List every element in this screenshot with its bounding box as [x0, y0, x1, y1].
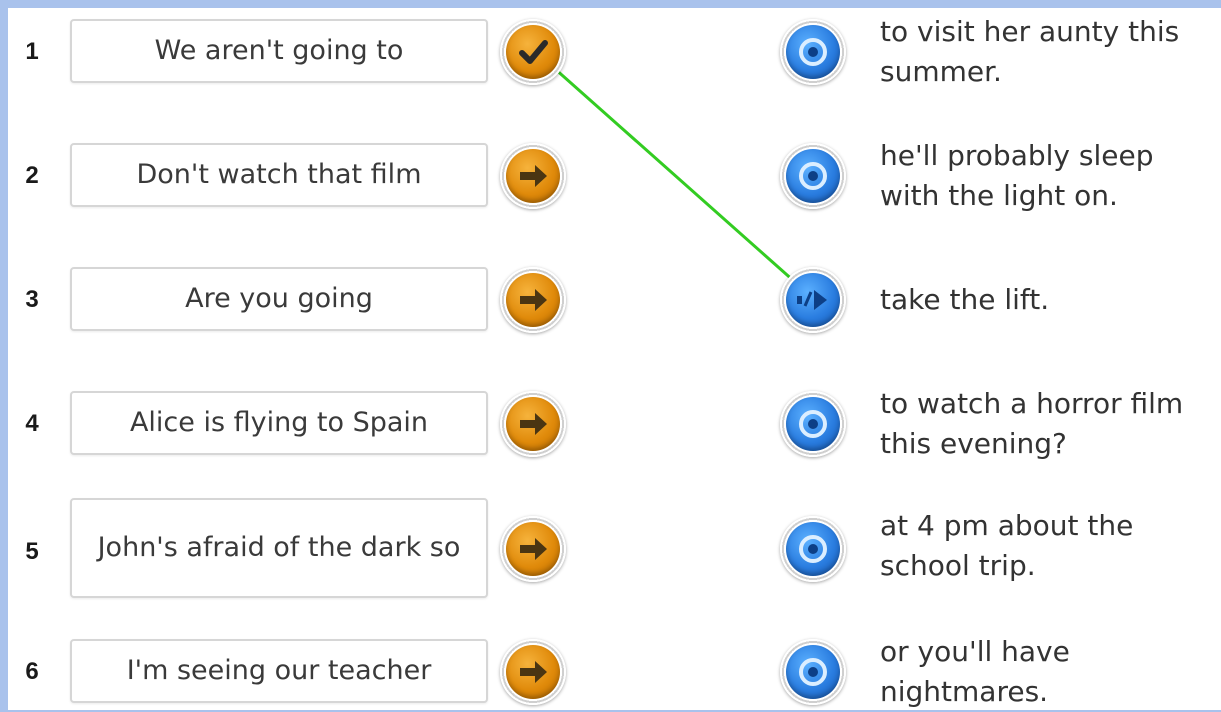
arrow-right-icon	[520, 165, 547, 187]
connected-target-button[interactable]	[780, 267, 846, 333]
row-number: 4	[25, 410, 39, 437]
answer-text: to watch a horror film this evening?	[880, 387, 1184, 460]
arrow-right-icon	[520, 661, 547, 683]
answer-text: or you'll have nightmares.	[880, 635, 1070, 708]
row-number: 5	[25, 538, 39, 565]
target-icon	[799, 410, 827, 438]
target-button[interactable]	[780, 639, 846, 705]
split-arrow-icon	[797, 290, 827, 310]
row-number: 2	[25, 162, 39, 189]
phrase-box: Don't watch that film	[70, 143, 488, 207]
row-number: 3	[25, 286, 39, 313]
row-number: 1	[25, 38, 39, 65]
target-icon	[799, 535, 827, 563]
target-button[interactable]	[780, 19, 846, 85]
target-icon	[799, 38, 827, 66]
arrow-button[interactable]	[500, 639, 566, 705]
matching-exercise: 1 We aren't going to to visit her aunty …	[8, 8, 1221, 710]
phrase-box: John's afraid of the dark so	[70, 498, 488, 598]
phrase-box: Are you going	[70, 267, 488, 331]
target-button[interactable]	[780, 391, 846, 457]
answer-text: to visit her aunty this summer.	[880, 15, 1180, 88]
answer-text: take the lift.	[880, 283, 1050, 316]
target-icon	[799, 658, 827, 686]
arrow-button[interactable]	[500, 267, 566, 333]
phrase-box: Alice is flying to Spain	[70, 391, 488, 455]
match-connector-line	[534, 50, 815, 300]
arrow-right-icon	[520, 538, 547, 560]
arrow-button[interactable]	[500, 516, 566, 582]
arrow-button[interactable]	[500, 143, 566, 209]
arrow-right-icon	[520, 413, 547, 435]
phrase-box: I'm seeing our teacher	[70, 639, 488, 703]
check-icon	[519, 40, 548, 64]
answer-text: he'll probably sleep with the light on.	[880, 139, 1154, 212]
answer-text: at 4 pm about the school trip.	[880, 509, 1134, 582]
phrase-box: We aren't going to	[70, 19, 488, 83]
target-icon	[799, 162, 827, 190]
arrow-button[interactable]	[500, 391, 566, 457]
target-button[interactable]	[780, 516, 846, 582]
row-number: 6	[25, 658, 39, 685]
target-button[interactable]	[780, 143, 846, 209]
arrow-right-icon	[520, 289, 547, 311]
check-button[interactable]	[500, 19, 566, 85]
